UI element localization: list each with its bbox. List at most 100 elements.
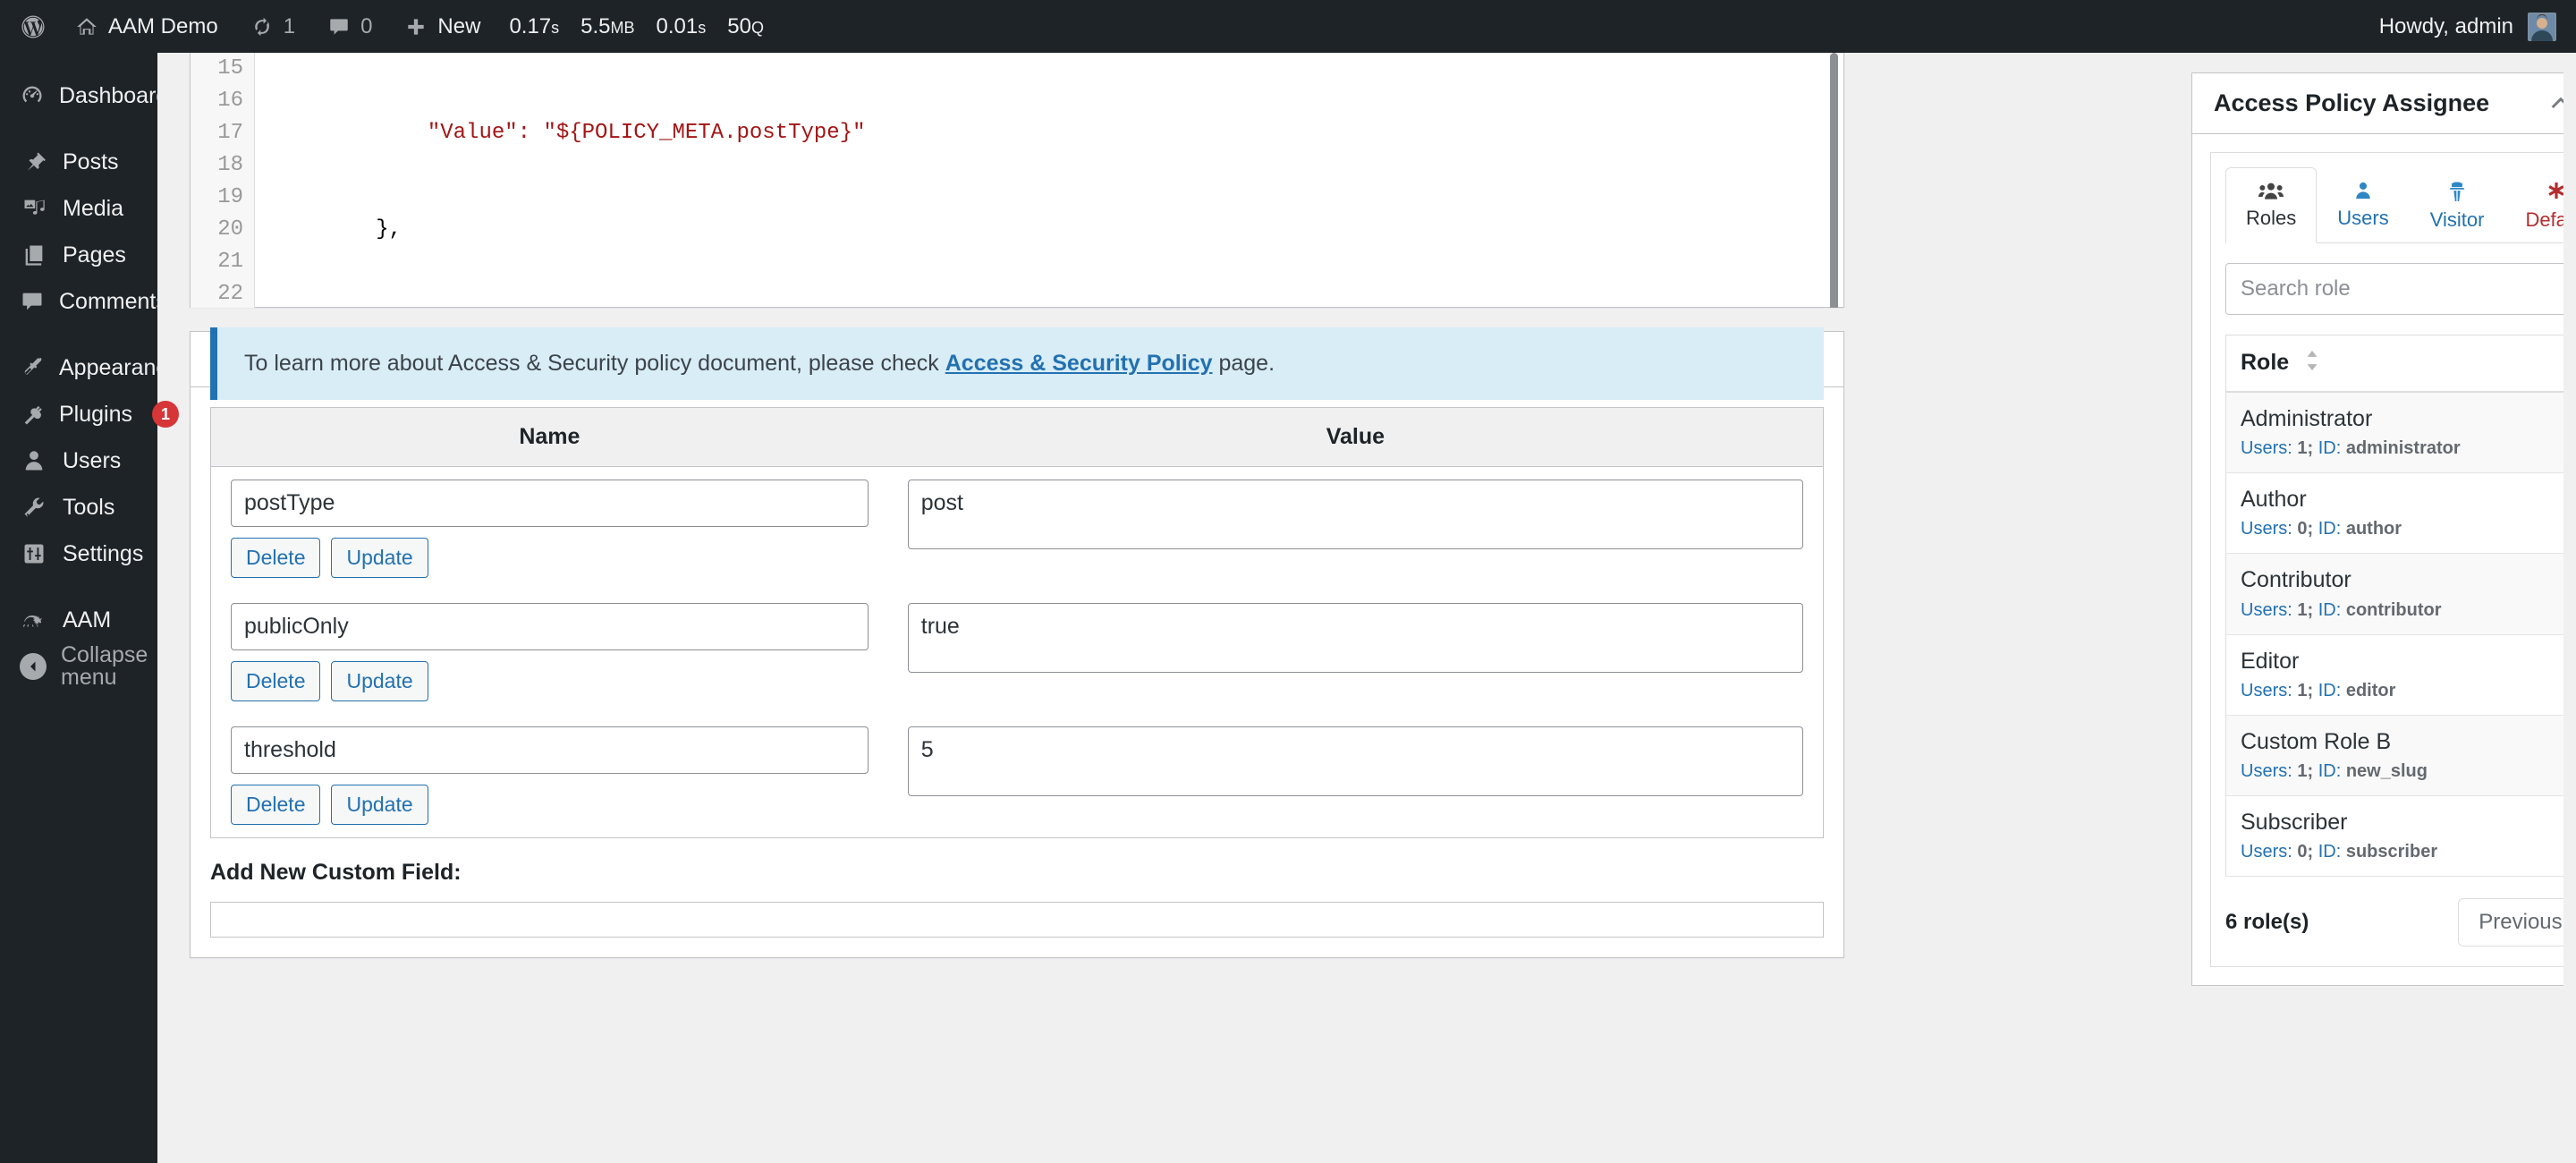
access-policy-assignee-box: Access Policy Assignee Roles Users Visit… <box>2191 72 2576 987</box>
metric-memory: 5.5MB <box>580 13 635 38</box>
sidebar-item-users[interactable]: Users <box>0 437 157 484</box>
metric-load-time: 0.17s <box>509 13 560 38</box>
site-name-menu[interactable]: AAM Demo <box>59 0 234 53</box>
avatar[interactable] <box>2528 12 2556 41</box>
visitor-icon <box>2447 181 2467 202</box>
home-icon <box>75 15 98 38</box>
code-line: "Value": "${POLICY_META.postType}" <box>273 121 866 145</box>
table-row: Custom Role B Users: 1; ID: new_slug <box>2225 715 2576 797</box>
role-users-value: 1; <box>2297 599 2314 620</box>
policy-document-editor-box: 15 16 17 18 19 20 21 22 "Value": "${POLI… <box>190 53 1844 400</box>
custom-fields-table: Name Value Delete Update <box>210 407 1824 838</box>
metric-query-time: 0.01s <box>656 13 707 38</box>
role-name: Custom Role B <box>2241 728 2392 754</box>
custom-field-value-textarea[interactable]: 5 <box>907 726 1803 796</box>
custom-fields-inside: Name Value Delete Update <box>191 387 1843 957</box>
sidebar-item-comments[interactable]: Comments <box>0 278 167 325</box>
custom-fields-head-row: Name Value <box>210 407 1824 467</box>
update-button[interactable]: Update <box>331 538 428 578</box>
custom-field-name-input[interactable] <box>231 726 869 774</box>
policy-info-notice: To learn more about Access & Security po… <box>210 327 1824 400</box>
sidebar-item-label: Plugins <box>59 401 132 427</box>
role-users-label: Users: <box>2241 599 2292 620</box>
sidebar-item-label: Media <box>63 195 124 221</box>
sidebar-item-dashboard[interactable]: Dashboard <box>0 72 168 119</box>
custom-fields-box: Custom Fields N <box>190 331 1844 958</box>
role-meta: Users: 0; ID: author <box>2241 517 2553 540</box>
howdy-label[interactable]: Howdy, admin <box>2379 14 2513 39</box>
appearance-icon <box>20 355 45 380</box>
tab-roles[interactable]: Roles <box>2225 167 2318 243</box>
sort-icon[interactable] <box>2304 350 2320 377</box>
role-cell: Author Users: 0; ID: author <box>2225 472 2568 555</box>
sidebar-item-settings[interactable]: Settings <box>0 531 157 577</box>
custom-field-value-textarea[interactable]: post <box>907 480 1803 549</box>
line-number-gutter: 15 16 17 18 19 20 21 22 <box>191 53 255 308</box>
updates-menu[interactable]: 1 <box>234 0 311 53</box>
sidebar-item-appearance[interactable]: Appearance <box>0 344 180 391</box>
admin-bar-right: Howdy, admin <box>2379 12 2576 41</box>
performance-metrics[interactable]: 0.17s 5.5MB 0.01s 50Q <box>496 14 764 39</box>
editor-vertical-scrollbar[interactable] <box>1830 53 1838 308</box>
custom-field-name-input[interactable] <box>231 480 869 527</box>
role-id-label: ID: <box>2318 680 2342 700</box>
tools-icon <box>20 495 48 520</box>
sidebar-item-aam[interactable]: AAM <box>0 597 157 643</box>
update-button[interactable]: Update <box>331 661 428 701</box>
delete-button[interactable]: Delete <box>231 661 321 701</box>
line-number: 21 <box>217 250 243 274</box>
update-button[interactable]: Update <box>331 785 428 825</box>
posts-icon <box>20 149 48 174</box>
sidebar-item-tools[interactable]: Tools <box>0 484 157 531</box>
role-users-label: Users: <box>2241 438 2292 459</box>
notice-text-after: page. <box>1212 351 1275 376</box>
sidebar-item-media[interactable]: Media <box>0 185 157 232</box>
wordpress-logo-menu[interactable] <box>0 0 59 53</box>
comment-bubble-icon <box>327 15 351 38</box>
code-editor[interactable]: 15 16 17 18 19 20 21 22 "Value": "${POLI… <box>191 53 1843 308</box>
menu-spacer-3 <box>0 577 157 597</box>
custom-field-name-input[interactable] <box>231 603 869 650</box>
access-security-policy-link[interactable]: Access & Security Policy <box>945 351 1213 376</box>
line-number: 20 <box>217 217 243 242</box>
admin-bar: AAM Demo 1 0 New 0.17s 5.5MB 0.01s 50Q H… <box>0 0 2576 53</box>
tab-visitor[interactable]: Visitor <box>2410 167 2505 242</box>
custom-fields-value-header: Value <box>887 407 1824 467</box>
comments-menu[interactable]: 0 <box>311 0 388 53</box>
sidebar-item-collapse-menu[interactable]: Collapse menu <box>0 643 157 690</box>
code-text-area[interactable]: "Value": "${POLICY_META.postType}" }, { … <box>255 53 1843 308</box>
settings-icon <box>20 541 48 566</box>
menu-spacer-1 <box>0 119 157 139</box>
sidebar-item-posts[interactable]: Posts <box>0 139 157 185</box>
role-id-label: ID: <box>2318 519 2342 539</box>
role-id-label: ID: <box>2318 599 2342 620</box>
admin-bar-left: AAM Demo 1 0 New 0.17s 5.5MB 0.01s 50Q <box>0 0 764 53</box>
page-scrollbar-track[interactable] <box>2563 53 2576 1163</box>
role-id-value: editor <box>2345 680 2396 700</box>
role-meta: Users: 1; ID: contributor <box>2241 598 2553 622</box>
tab-users[interactable]: Users <box>2317 167 2409 242</box>
tab-label: Visitor <box>2429 208 2485 231</box>
previous-page-button[interactable]: Previous <box>2458 898 2576 947</box>
custom-fields-name-header: Name <box>210 407 888 467</box>
line-number: 15 <box>217 56 243 81</box>
table-row: Delete Update true <box>211 590 1824 714</box>
search-role-input[interactable] <box>2225 263 2576 315</box>
role-name: Subscriber <box>2241 810 2348 836</box>
sidebar-item-label: Users <box>63 447 122 473</box>
sidebar-item-plugins[interactable]: Plugins 1 <box>0 391 179 437</box>
custom-field-value-textarea[interactable]: true <box>907 603 1803 673</box>
sidebar-item-label: Posts <box>63 149 119 174</box>
table-row: Editor Users: 1; ID: editor <box>2225 634 2576 716</box>
comments-icon <box>20 289 45 314</box>
delete-button[interactable]: Delete <box>231 538 321 578</box>
delete-button[interactable]: Delete <box>231 785 321 825</box>
role-column-header[interactable]: Role <box>2225 335 2568 393</box>
table-row: Delete Update 5 <box>211 714 1824 838</box>
assignee-box-title: Access Policy Assignee <box>2214 89 2490 116</box>
sidebar-item-pages[interactable]: Pages <box>0 232 157 278</box>
custom-field-actions: Delete Update <box>231 538 869 578</box>
new-content-menu[interactable]: New <box>388 0 496 53</box>
line-number: 19 <box>217 185 243 209</box>
custom-field-name-cell: Delete Update <box>211 714 888 838</box>
